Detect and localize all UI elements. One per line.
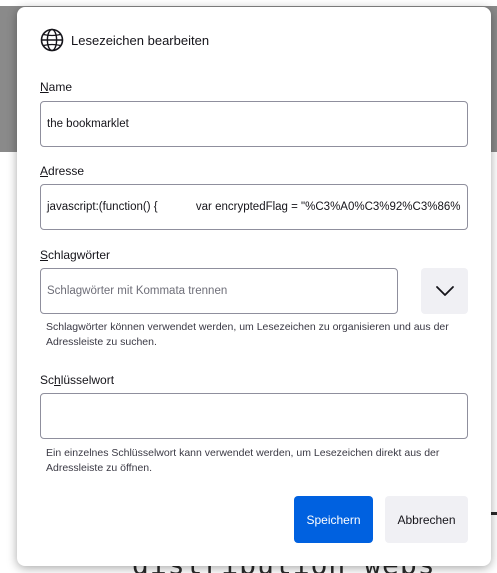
keyword-help-text: Ein einzelnes Schlüsselwort kann verwend… <box>46 447 440 474</box>
cancel-button[interactable]: Abbrechen <box>385 496 468 543</box>
dialog-title: Lesezeichen bearbeiten <box>71 32 210 48</box>
tags-label: Schlagwörter <box>40 248 110 262</box>
tags-dropdown-button[interactable] <box>421 268 468 314</box>
dialog-header: Lesezeichen bearbeiten <box>39 27 209 53</box>
keyword-label-accesskey: h <box>54 373 61 387</box>
keyword-label-text-after: lüsselwort <box>60 373 115 387</box>
name-label-text: ame <box>48 80 73 94</box>
backdrop-fragment <box>490 512 497 515</box>
address-label-accesskey: A <box>40 164 49 178</box>
name-label: Name <box>40 80 72 94</box>
tags-input-placeholder: Schlagwörter mit Kommata trennen <box>47 285 228 297</box>
edit-bookmark-dialog: Lesezeichen bearbeiten Name the bookmark… <box>17 7 491 566</box>
keyword-field[interactable] <box>40 393 468 439</box>
tags-label-text: chlagwörter <box>48 248 111 262</box>
tags-input[interactable]: Schlagwörter mit Kommata trennen <box>40 268 398 314</box>
name-field-value: the bookmarklet <box>47 118 129 130</box>
globe-icon <box>40 28 64 52</box>
address-field-value: javascript:(function() { var encryptedFl… <box>47 201 461 213</box>
save-button[interactable]: Speichern <box>294 496 373 543</box>
name-label-accesskey: N <box>40 80 49 94</box>
tags-label-accesskey: S <box>40 248 49 262</box>
keyword-label-text-before: Sc <box>40 373 55 387</box>
backdrop-top-strip <box>0 0 497 6</box>
address-label-text: dresse <box>48 164 85 178</box>
chevron-down-icon <box>435 286 454 296</box>
keyword-label: Schlüsselwort <box>40 373 114 387</box>
tags-help-text: Schlagwörter können verwendet werden, um… <box>46 321 449 348</box>
address-label: Adresse <box>40 164 84 178</box>
address-field[interactable]: javascript:(function() { var encryptedFl… <box>40 184 468 230</box>
name-field[interactable]: the bookmarklet <box>40 101 468 147</box>
